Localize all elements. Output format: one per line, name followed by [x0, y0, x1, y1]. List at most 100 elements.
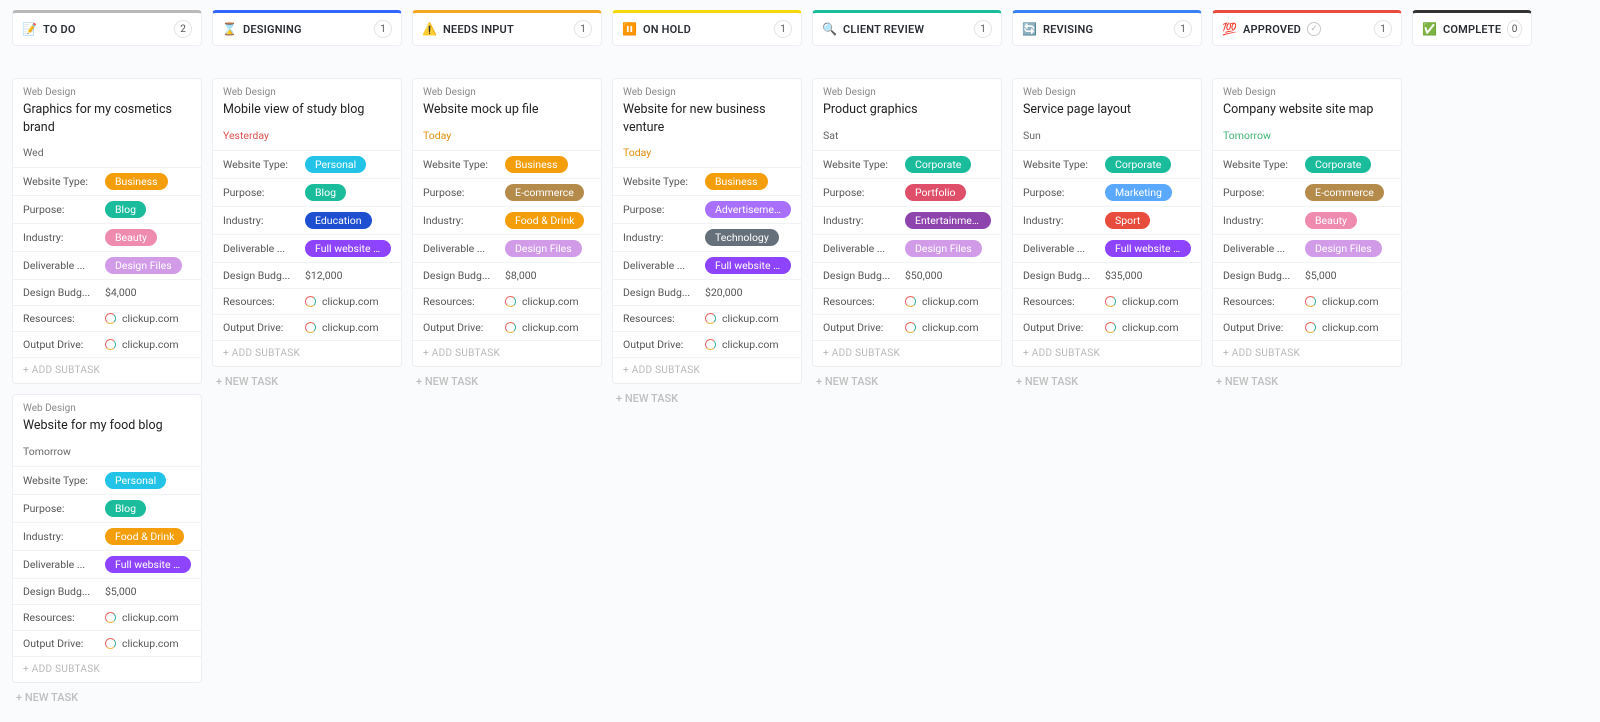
- resources-link[interactable]: clickup.com: [922, 295, 979, 308]
- tag[interactable]: Business: [505, 156, 568, 173]
- tag[interactable]: Design Files: [905, 240, 982, 257]
- task-card[interactable]: Web DesignWebsite for new business ventu…: [612, 78, 802, 384]
- new-task-button[interactable]: + NEW TASK: [812, 367, 1002, 396]
- add-subtask-button[interactable]: + ADD SUBTASK: [1013, 340, 1201, 366]
- tag[interactable]: Beauty: [105, 229, 157, 246]
- task-card[interactable]: Web DesignCompany website site mapTomorr…: [1212, 78, 1402, 367]
- industry-label: Industry:: [823, 214, 899, 227]
- resources-link[interactable]: clickup.com: [1322, 295, 1379, 308]
- add-subtask-button[interactable]: + ADD SUBTASK: [613, 357, 801, 383]
- card-title[interactable]: Website for new business venture: [623, 101, 791, 136]
- column-header[interactable]: ✅COMPLETE0: [1412, 10, 1532, 46]
- add-subtask-button[interactable]: + ADD SUBTASK: [13, 656, 201, 682]
- new-task-button[interactable]: + NEW TASK: [412, 367, 602, 396]
- website-type-label: Website Type:: [823, 158, 899, 171]
- add-subtask-button[interactable]: + ADD SUBTASK: [213, 340, 401, 366]
- tag[interactable]: Blog: [105, 500, 146, 517]
- new-task-button[interactable]: + NEW TASK: [612, 384, 802, 413]
- output-drive-link[interactable]: clickup.com: [522, 321, 579, 334]
- task-card[interactable]: Web DesignService page layoutSunWebsite …: [1012, 78, 1202, 367]
- column-to-do: 📝TO DO2Web DesignGraphics for my cosmeti…: [12, 10, 202, 712]
- tag[interactable]: Full website design and lay...: [705, 257, 791, 274]
- card-category: Web Design: [23, 403, 191, 414]
- column-header[interactable]: ⚠️NEEDS INPUT1: [412, 10, 602, 46]
- output-drive-link[interactable]: clickup.com: [722, 338, 779, 351]
- card-title[interactable]: Service page layout: [1023, 101, 1191, 119]
- tag[interactable]: Design Files: [505, 240, 582, 257]
- task-card[interactable]: Web DesignWebsite for my food blogTomorr…: [12, 394, 202, 683]
- tag[interactable]: Technology: [705, 229, 779, 246]
- deliverable-label: Deliverable ...: [1023, 242, 1099, 255]
- tag[interactable]: Personal: [305, 156, 366, 173]
- output-drive-link[interactable]: clickup.com: [922, 321, 979, 334]
- tag[interactable]: Business: [705, 173, 768, 190]
- column-header[interactable]: 💯APPROVED1: [1212, 10, 1402, 46]
- card-title[interactable]: Website mock up file: [423, 101, 591, 119]
- column-header[interactable]: ⌛DESIGNING1: [212, 10, 402, 46]
- tag[interactable]: Beauty: [1305, 212, 1357, 229]
- new-task-button[interactable]: + NEW TASK: [12, 683, 202, 712]
- new-task-button[interactable]: + NEW TASK: [1012, 367, 1202, 396]
- resources-link[interactable]: clickup.com: [522, 295, 579, 308]
- resources-link[interactable]: clickup.com: [1122, 295, 1179, 308]
- tag[interactable]: Advertisement: [705, 201, 791, 218]
- resources-link[interactable]: clickup.com: [722, 312, 779, 325]
- add-subtask-button[interactable]: + ADD SUBTASK: [1213, 340, 1401, 366]
- resources-link[interactable]: clickup.com: [122, 611, 179, 624]
- task-card[interactable]: Web DesignProduct graphicsSatWebsite Typ…: [812, 78, 1002, 367]
- task-card[interactable]: Web DesignMobile view of study blogYeste…: [212, 78, 402, 367]
- tag[interactable]: Marketing: [1105, 184, 1172, 201]
- tag[interactable]: Education: [305, 212, 372, 229]
- deliverable-row: Deliverable ... Full website design and l…: [213, 234, 401, 262]
- tag[interactable]: E-commerce: [505, 184, 584, 201]
- tag[interactable]: Corporate: [1105, 156, 1171, 173]
- add-subtask-button[interactable]: + ADD SUBTASK: [413, 340, 601, 366]
- tag[interactable]: Full website design and lay...: [305, 240, 391, 257]
- deliverable-label: Deliverable ...: [23, 259, 99, 272]
- tag[interactable]: Food & Drink: [105, 528, 184, 545]
- add-subtask-button[interactable]: + ADD SUBTASK: [13, 357, 201, 383]
- purpose-row: Purpose:E-commerce: [413, 178, 601, 206]
- card-title[interactable]: Company website site map: [1223, 101, 1391, 119]
- tag[interactable]: Entertainment: [905, 212, 991, 229]
- tag[interactable]: Business: [105, 173, 168, 190]
- output-drive-link[interactable]: clickup.com: [1122, 321, 1179, 334]
- task-card[interactable]: Web DesignWebsite mock up fileTodayWebsi…: [412, 78, 602, 367]
- tag[interactable]: Portfolio: [905, 184, 966, 201]
- column-emoji-icon: 🔍: [822, 22, 837, 36]
- resources-link[interactable]: clickup.com: [122, 312, 179, 325]
- tag[interactable]: Personal: [105, 472, 166, 489]
- tag[interactable]: Sport: [1105, 212, 1150, 229]
- tag[interactable]: Corporate: [905, 156, 971, 173]
- new-task-button[interactable]: + NEW TASK: [212, 367, 402, 396]
- deliverable-label: Deliverable ...: [223, 242, 299, 255]
- output-drive-link[interactable]: clickup.com: [322, 321, 379, 334]
- tag[interactable]: Design Files: [1305, 240, 1382, 257]
- tag[interactable]: Blog: [305, 184, 346, 201]
- card-title[interactable]: Product graphics: [823, 101, 991, 119]
- card-title[interactable]: Mobile view of study blog: [223, 101, 391, 119]
- output-drive-link[interactable]: clickup.com: [1322, 321, 1379, 334]
- card-title[interactable]: Website for my food blog: [23, 417, 191, 435]
- industry-row: Industry:Education: [213, 206, 401, 234]
- column-header[interactable]: 📝TO DO2: [12, 10, 202, 46]
- budget-row: Design Budg...$50,000: [813, 262, 1001, 288]
- new-task-button[interactable]: + NEW TASK: [1212, 367, 1402, 396]
- add-subtask-button[interactable]: + ADD SUBTASK: [813, 340, 1001, 366]
- tag[interactable]: Corporate: [1305, 156, 1371, 173]
- tag[interactable]: Design Files: [105, 257, 182, 274]
- tag[interactable]: Blog: [105, 201, 146, 218]
- card-title[interactable]: Graphics for my cosmetics brand: [23, 101, 191, 136]
- resources-link[interactable]: clickup.com: [322, 295, 379, 308]
- tag[interactable]: Full website design and lay...: [105, 556, 191, 573]
- task-card[interactable]: Web DesignGraphics for my cosmetics bran…: [12, 78, 202, 384]
- output-drive-link[interactable]: clickup.com: [122, 637, 179, 650]
- tag[interactable]: Food & Drink: [505, 212, 584, 229]
- tag[interactable]: E-commerce: [1305, 184, 1384, 201]
- output-drive-link[interactable]: clickup.com: [122, 338, 179, 351]
- card-category: Web Design: [1223, 87, 1391, 98]
- column-header[interactable]: ⏸️ON HOLD1: [612, 10, 802, 46]
- tag[interactable]: Full website design and lay...: [1105, 240, 1191, 257]
- column-header[interactable]: 🔄REVISING1: [1012, 10, 1202, 46]
- column-header[interactable]: 🔍CLIENT REVIEW1: [812, 10, 1002, 46]
